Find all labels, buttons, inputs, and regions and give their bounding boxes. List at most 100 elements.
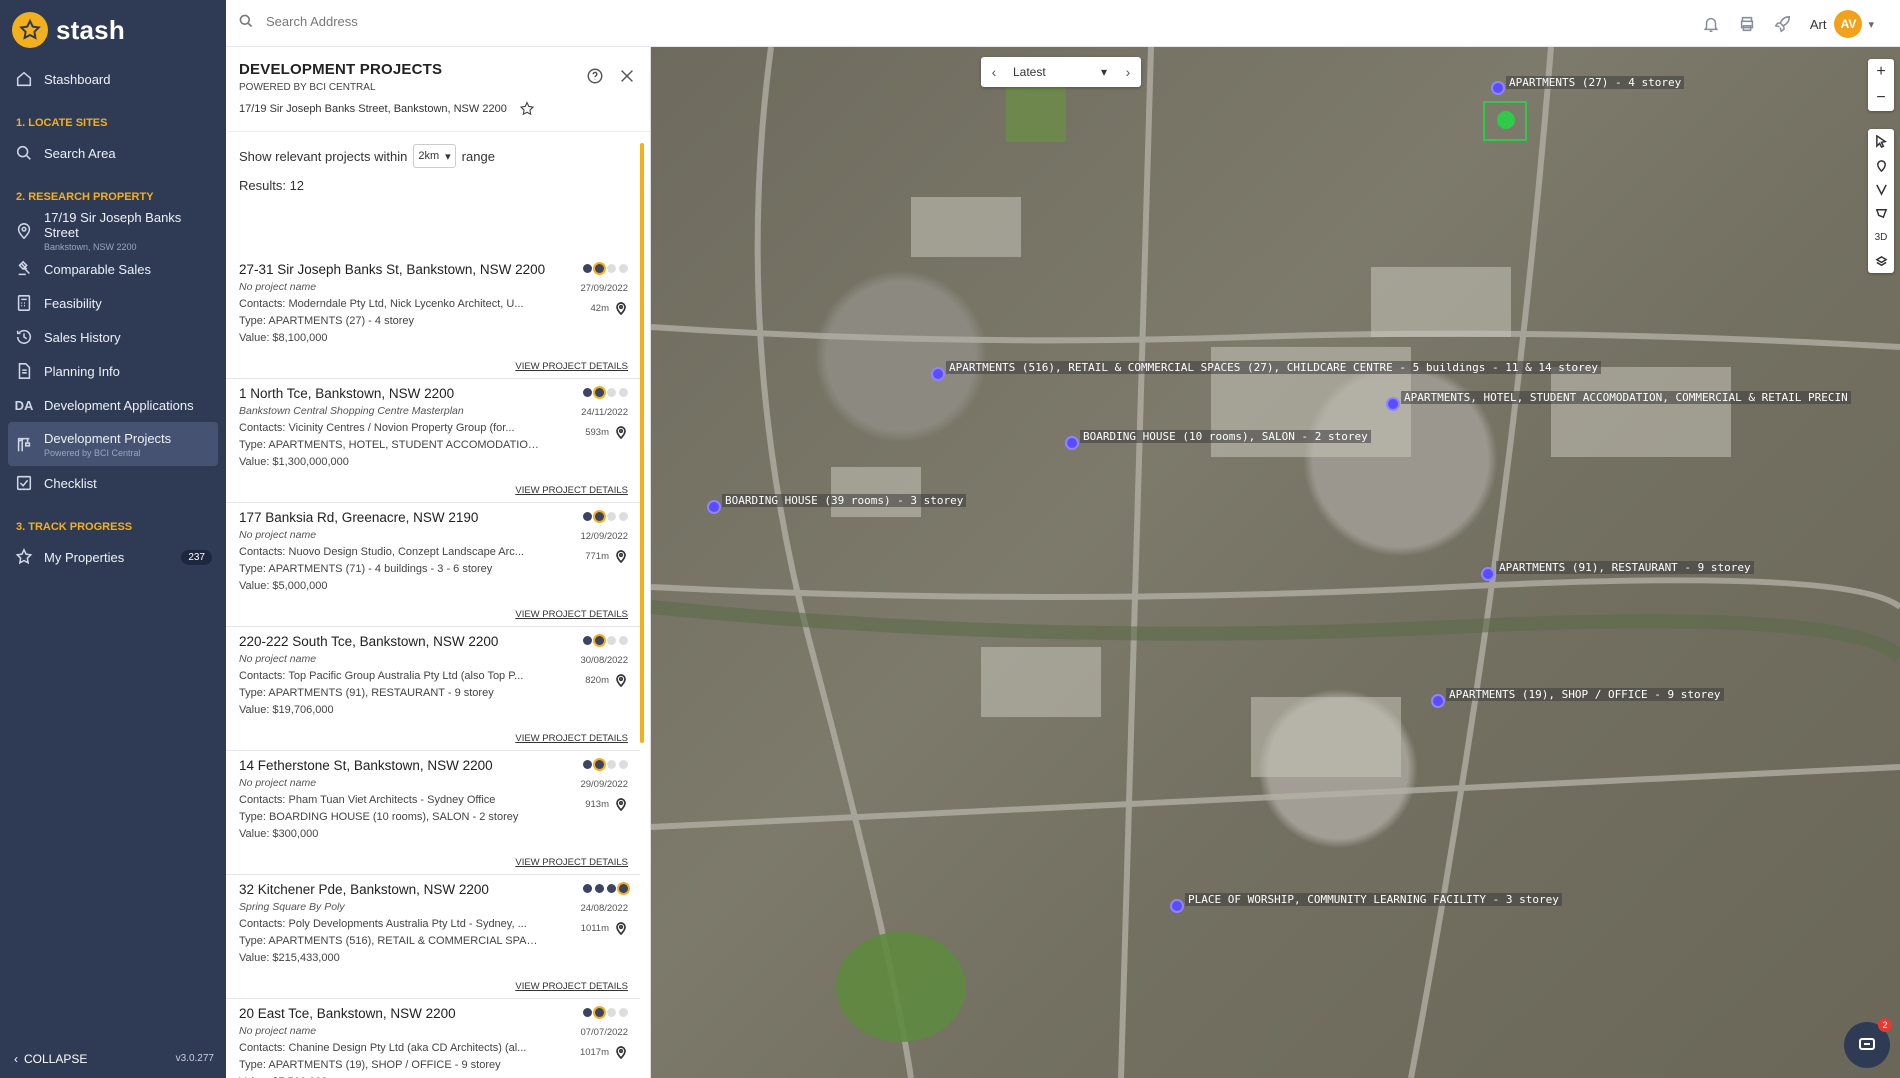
scrollbar[interactable] <box>640 143 644 743</box>
sidebar-item-comparable-sales[interactable]: Comparable Sales <box>0 252 226 286</box>
brand-name: stash <box>56 14 125 45</box>
sidebar-item-label: Search Area <box>44 145 116 161</box>
location-pin-icon[interactable] <box>614 921 628 935</box>
cursor-tool-button[interactable] <box>1868 129 1894 153</box>
location-tool-button[interactable] <box>1868 153 1894 177</box>
project-stage-indicator <box>583 884 628 893</box>
location-pin-icon[interactable] <box>614 1045 628 1059</box>
chevron-left-icon[interactable]: ‹ <box>981 64 1007 80</box>
version-label: v3.0.277 <box>175 1053 214 1064</box>
sidebar-item-search-area[interactable]: Search Area <box>0 136 226 170</box>
project-card[interactable]: 14 Fetherstone St, Bankstown, NSW 2200 N… <box>226 751 640 875</box>
project-value: Value: $8,100,000 <box>239 332 328 344</box>
range-select[interactable]: 2km ▾ <box>413 144 456 168</box>
star-icon[interactable] <box>519 101 535 117</box>
chevron-down-icon[interactable]: ▾ <box>1868 18 1874 31</box>
project-address[interactable]: 32 Kitchener Pde, Bankstown, NSW 2200 <box>239 882 627 897</box>
zoom-in-button[interactable]: + <box>1868 59 1894 85</box>
project-marker[interactable] <box>707 500 721 514</box>
view-project-details-link[interactable]: VIEW PROJECT DETAILS <box>515 857 628 868</box>
project-address[interactable]: 20 East Tce, Bankstown, NSW 2200 <box>239 1006 627 1021</box>
project-distance: 593m <box>585 425 628 439</box>
location-pin-icon[interactable] <box>614 301 628 315</box>
chat-button[interactable]: 2 <box>1844 1018 1892 1068</box>
project-address[interactable]: 220-222 South Tce, Bankstown, NSW 2200 <box>239 634 627 649</box>
project-name: Bankstown Central Shopping Centre Master… <box>239 405 464 417</box>
home-pin-icon <box>1497 111 1515 129</box>
distance-value: 1017m <box>579 1046 609 1058</box>
project-marker[interactable] <box>931 367 945 381</box>
project-card[interactable]: 32 Kitchener Pde, Bankstown, NSW 2200 Sp… <box>226 875 640 999</box>
view-project-details-link[interactable]: VIEW PROJECT DETAILS <box>515 485 628 496</box>
sidebar-item-label: My Properties <box>44 549 125 565</box>
project-card[interactable]: 20 East Tce, Bankstown, NSW 2200 No proj… <box>226 999 640 1078</box>
project-card[interactable]: 220-222 South Tce, Bankstown, NSW 2200 N… <box>226 627 640 751</box>
map-view[interactable]: ‹ Latest ▾ › + − 3D APARTMENTS (27) - 4 … <box>651 47 1900 1078</box>
distance-value: 42m <box>590 302 609 314</box>
bell-icon[interactable] <box>1702 15 1720 33</box>
search-input[interactable] <box>266 13 666 29</box>
sidebar: stash Stashboard 1. LOCATE SITES Search … <box>0 0 226 1078</box>
imagery-date-dropdown[interactable]: Latest ▾ <box>1007 65 1115 79</box>
location-pin-icon[interactable] <box>614 549 628 563</box>
chevron-right-icon[interactable]: › <box>1115 64 1141 80</box>
panel-header-buttons <box>586 67 636 85</box>
brand[interactable]: stash <box>12 12 125 48</box>
close-icon[interactable] <box>618 67 636 85</box>
topbar-actions: Art AV ▾ <box>1702 10 1874 38</box>
zoom-out-button[interactable]: − <box>1868 85 1894 111</box>
view-project-details-link[interactable]: VIEW PROJECT DETAILS <box>515 733 628 744</box>
project-address[interactable]: 177 Banksia Rd, Greenacre, NSW 2190 <box>239 510 627 525</box>
layers-button[interactable] <box>1868 249 1894 273</box>
sidebar-item-development-applications[interactable]: DA Development Applications <box>0 388 226 422</box>
status-dot <box>607 760 616 769</box>
project-date: 24/11/2022 <box>581 407 628 418</box>
project-date: 07/07/2022 <box>580 1027 628 1038</box>
project-card[interactable]: 1 North Tce, Bankstown, NSW 2200 Banksto… <box>226 379 640 503</box>
status-dot <box>607 636 616 645</box>
project-marker[interactable] <box>1491 81 1505 95</box>
sidebar-item-property[interactable]: 17/19 Sir Joseph Banks Street Bankstown,… <box>0 210 226 252</box>
location-pin-icon[interactable] <box>614 425 628 439</box>
project-address[interactable]: 1 North Tce, Bankstown, NSW 2200 <box>239 386 627 401</box>
sidebar-item-checklist[interactable]: Checklist <box>0 466 226 500</box>
view-project-details-link[interactable]: VIEW PROJECT DETAILS <box>515 609 628 620</box>
measure-tool-button[interactable] <box>1868 177 1894 201</box>
project-address[interactable]: 14 Fetherstone St, Bankstown, NSW 2200 <box>239 758 627 773</box>
filter-suffix: range <box>461 148 495 164</box>
project-card[interactable]: 177 Banksia Rd, Greenacre, NSW 2190 No p… <box>226 503 640 627</box>
user-name[interactable]: Art <box>1810 17 1827 32</box>
project-contacts: Contacts: Nuovo Design Studio, Conzept L… <box>239 546 524 558</box>
project-marker[interactable] <box>1386 397 1400 411</box>
project-value: Value: $5,000,000 <box>239 580 328 592</box>
sidebar-item-stashboard[interactable]: Stashboard <box>0 62 226 96</box>
view-project-details-link[interactable]: VIEW PROJECT DETAILS <box>515 981 628 992</box>
map-label: APARTMENTS (516), RETAIL & COMMERCIAL SP… <box>946 361 1602 374</box>
topbar: Art AV ▾ <box>226 0 1900 47</box>
project-marker[interactable] <box>1431 694 1445 708</box>
status-dot <box>607 512 616 521</box>
project-marker[interactable] <box>1481 567 1495 581</box>
location-pin-icon[interactable] <box>614 797 628 811</box>
sidebar-item-development-projects[interactable]: Development Projects Powered by BCI Cent… <box>8 422 218 466</box>
collapse-button[interactable]: ‹ COLLAPSE <box>14 1052 87 1066</box>
project-type: Type: APARTMENTS (516), RETAIL & COMMERC… <box>239 935 539 947</box>
project-marker[interactable] <box>1065 436 1079 450</box>
location-pin-icon[interactable] <box>614 673 628 687</box>
sidebar-item-feasibility[interactable]: Feasibility <box>0 286 226 320</box>
sidebar-item-planning-info[interactable]: Planning Info <box>0 354 226 388</box>
selected-site-boundary[interactable] <box>1483 101 1527 141</box>
project-card[interactable]: 27-31 Sir Joseph Banks St, Bankstown, NS… <box>226 255 640 379</box>
area-tool-button[interactable] <box>1868 201 1894 225</box>
printer-icon[interactable] <box>1738 15 1756 33</box>
status-dot <box>595 760 604 769</box>
sidebar-item-sales-history[interactable]: Sales History <box>0 320 226 354</box>
3d-toggle-button[interactable]: 3D <box>1868 225 1894 249</box>
avatar[interactable]: AV <box>1834 10 1863 38</box>
project-marker[interactable] <box>1170 899 1184 913</box>
rocket-icon[interactable] <box>1774 15 1792 33</box>
help-icon[interactable] <box>586 67 604 85</box>
view-project-details-link[interactable]: VIEW PROJECT DETAILS <box>515 361 628 372</box>
project-address[interactable]: 27-31 Sir Joseph Banks St, Bankstown, NS… <box>239 262 627 277</box>
sidebar-item-my-properties[interactable]: My Properties 237 <box>0 540 226 574</box>
